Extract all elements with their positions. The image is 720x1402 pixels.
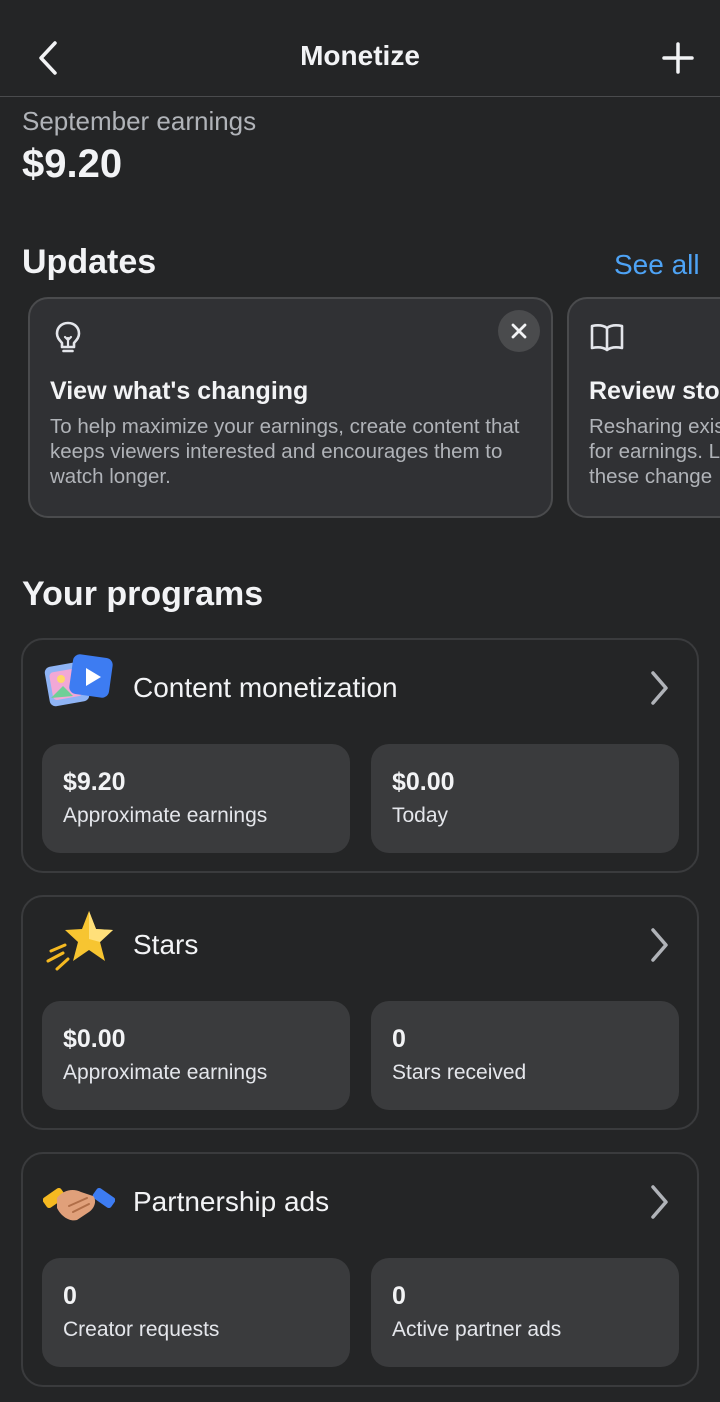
program-title: Content monetization — [133, 672, 398, 703]
monetize-screen: Monetize September earnings $9.20 Update… — [0, 0, 720, 1402]
stat-tile[interactable]: 0 Stars received — [371, 1001, 679, 1110]
stat-value: 0 — [392, 1282, 406, 1310]
stat-value: $9.20 — [63, 768, 126, 796]
program-stars[interactable]: Stars $0.00 Approximate earnings 0 Stars… — [21, 895, 699, 1130]
update-title: Review stor — [589, 377, 720, 405]
book-icon — [590, 324, 624, 352]
stat-value: 0 — [63, 1282, 77, 1310]
updates-heading: Updates — [22, 243, 157, 281]
update-card[interactable]: Review stor Resharing exis for earnings.… — [567, 297, 720, 518]
stat-label: Active partner ads — [392, 1318, 562, 1341]
program-partnership-ads[interactable]: Partnership ads 0 Creator requests 0 Act… — [21, 1152, 699, 1387]
page-title: Monetize — [300, 40, 420, 71]
stat-tile[interactable]: $0.00 Approximate earnings — [42, 1001, 350, 1110]
stat-value: 0 — [392, 1025, 406, 1053]
stat-value: $0.00 — [63, 1025, 126, 1053]
chevron-right-icon — [651, 671, 668, 705]
stat-label: Today — [392, 804, 449, 827]
update-title: View what's changing — [50, 377, 309, 405]
chevron-right-icon — [651, 1185, 668, 1219]
update-card[interactable]: View what's changing To help maximize yo… — [28, 297, 553, 518]
stat-tile[interactable]: 0 Active partner ads — [371, 1258, 679, 1367]
stat-tile[interactable]: 0 Creator requests — [42, 1258, 350, 1367]
stat-tile[interactable]: $0.00 Today — [371, 744, 679, 853]
stat-label: Stars received — [392, 1061, 527, 1084]
lightbulb-icon — [55, 321, 81, 353]
program-title: Stars — [133, 929, 199, 960]
see-all-link[interactable]: See all — [614, 249, 700, 281]
close-icon — [511, 323, 527, 339]
stat-label: Approximate earnings — [63, 804, 268, 827]
stat-value: $0.00 — [392, 768, 455, 796]
program-content-monetization[interactable]: Content monetization $9.20 Approximate e… — [21, 638, 699, 873]
dismiss-update-button[interactable] — [498, 310, 540, 352]
top-bar: Monetize — [0, 0, 720, 97]
handshake-icon — [43, 1187, 115, 1221]
star-icon — [46, 911, 113, 971]
media-play-icon — [44, 654, 113, 707]
updates-carousel[interactable]: View what's changing To help maximize yo… — [0, 297, 720, 519]
earnings-label: September earnings — [22, 106, 257, 136]
plus-icon — [662, 42, 694, 74]
earnings-value: $9.20 — [22, 142, 123, 186]
program-title: Partnership ads — [133, 1186, 330, 1217]
stat-label: Approximate earnings — [63, 1061, 268, 1084]
stat-tile[interactable]: $9.20 Approximate earnings — [42, 744, 350, 853]
chevron-right-icon — [651, 928, 668, 962]
stat-label: Creator requests — [63, 1318, 220, 1341]
update-body: Resharing exis for earnings. L these cha… — [589, 415, 720, 488]
update-body: To help maximize your earnings, create c… — [50, 415, 520, 488]
programs-heading: Your programs — [22, 575, 264, 613]
add-button[interactable] — [654, 36, 702, 80]
